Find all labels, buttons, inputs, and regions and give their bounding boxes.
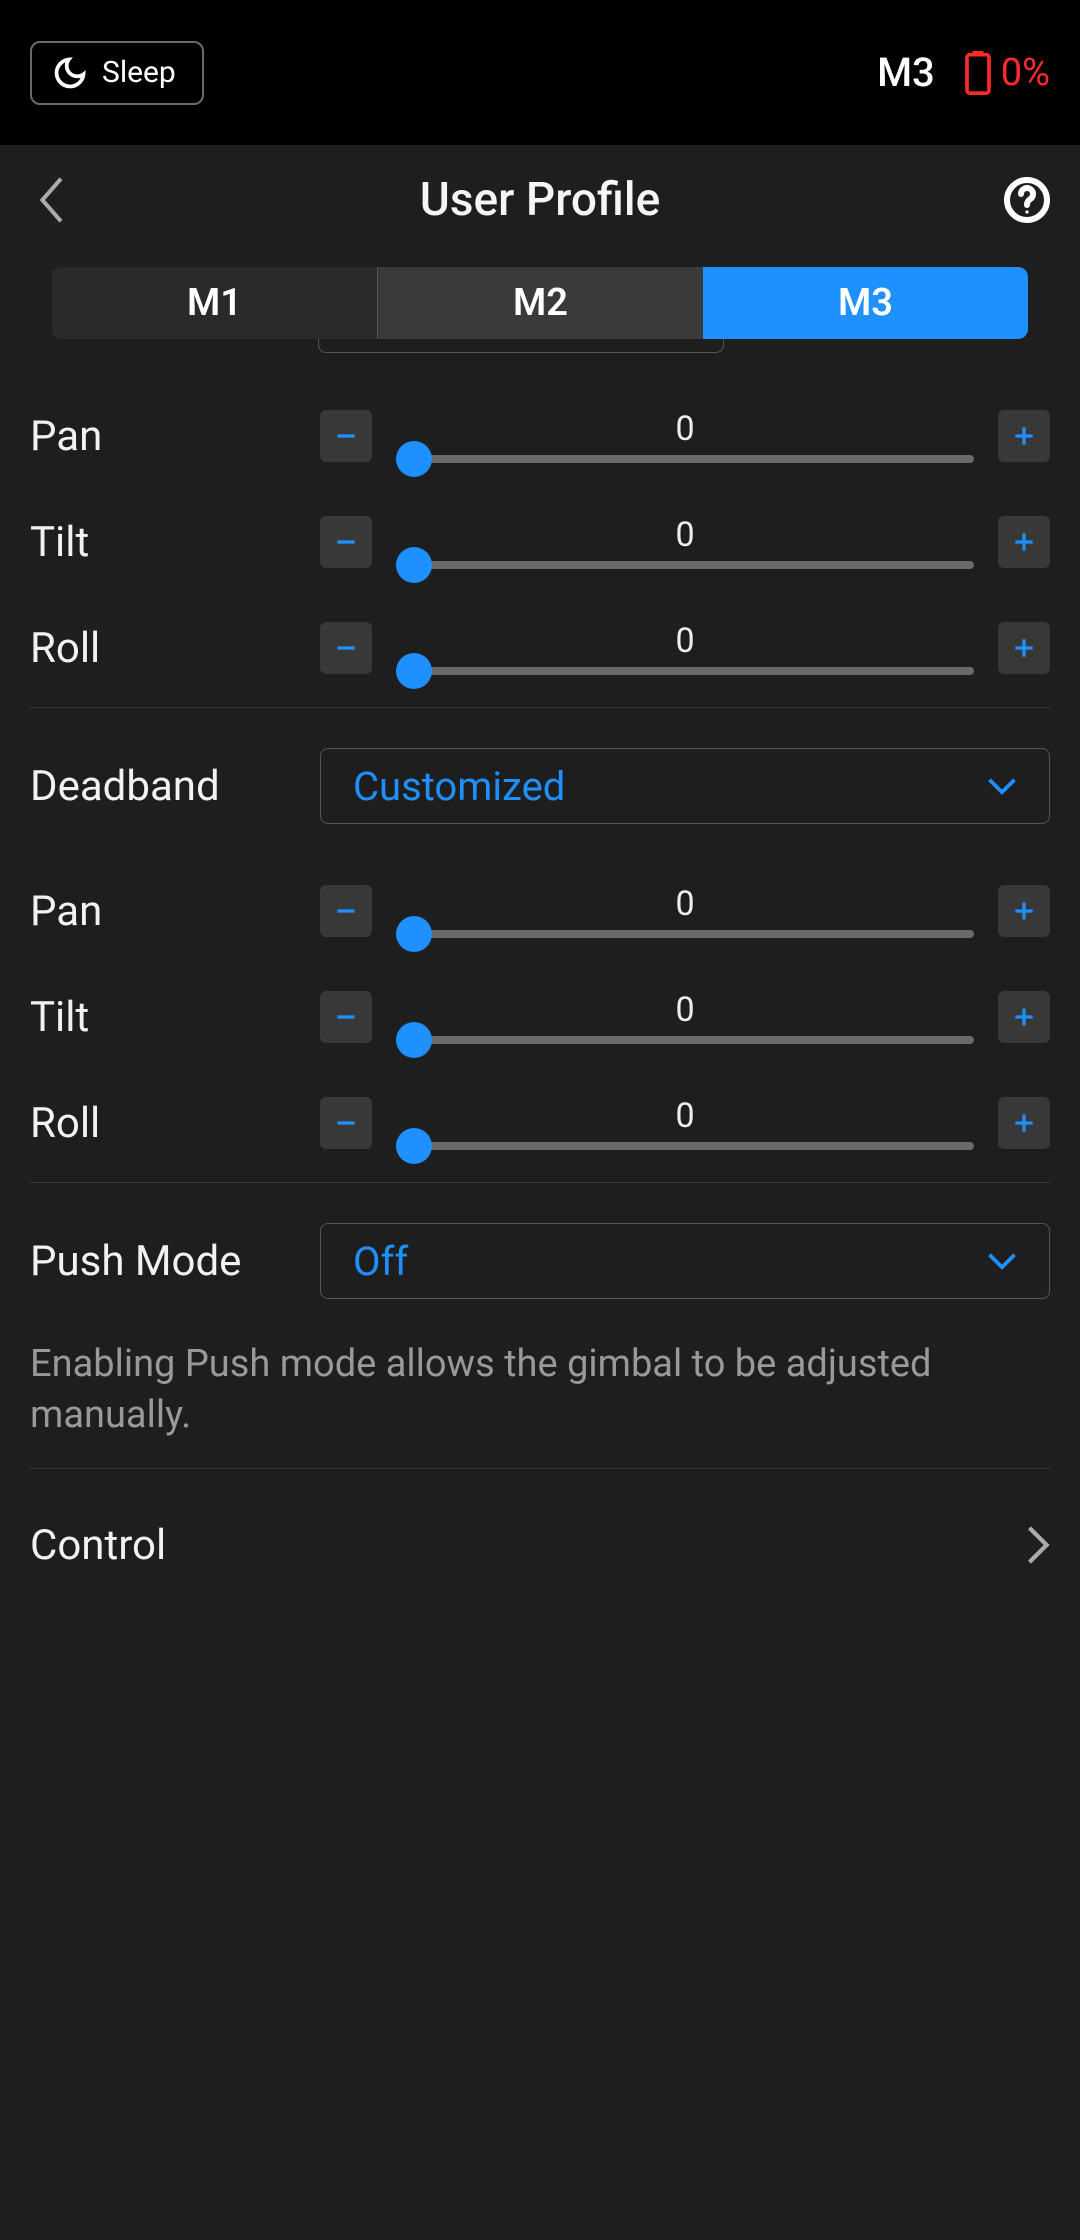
minus-icon <box>333 635 359 661</box>
minus-icon <box>333 1110 359 1136</box>
slider-thumb[interactable] <box>396 916 432 952</box>
deadband-select[interactable]: Customized <box>320 748 1050 824</box>
help-button[interactable] <box>1002 175 1052 225</box>
chevron-down-icon <box>987 1251 1017 1271</box>
slider-track <box>396 561 974 569</box>
sleep-button[interactable]: Sleep <box>30 41 204 105</box>
plus-icon <box>1011 529 1037 555</box>
page-title: User Profile <box>0 173 1080 227</box>
tilt2-slider[interactable]: 0 <box>372 990 998 1044</box>
dropdown-remnant <box>318 339 724 353</box>
roll2-label: Roll <box>30 1099 320 1148</box>
minus-icon <box>333 1004 359 1030</box>
slider-thumb[interactable] <box>396 441 432 477</box>
slider-track <box>396 1036 974 1044</box>
chevron-left-icon <box>37 176 69 224</box>
tilt2-label: Tilt <box>30 993 320 1042</box>
roll2-decrement[interactable] <box>320 1097 372 1149</box>
pan2-increment[interactable] <box>998 885 1050 937</box>
help-icon <box>1003 176 1051 224</box>
roll2-increment[interactable] <box>998 1097 1050 1149</box>
tab-m1[interactable]: M1 <box>52 267 378 339</box>
slider-thumb[interactable] <box>396 547 432 583</box>
deadband-value: Customized <box>353 763 565 810</box>
roll-label: Roll <box>30 624 320 673</box>
minus-icon <box>333 898 359 924</box>
slider-track <box>396 667 974 675</box>
pan2-slider[interactable]: 0 <box>372 884 998 938</box>
slider-thumb[interactable] <box>396 1128 432 1164</box>
deadband-label: Deadband <box>30 762 320 811</box>
roll2-value: 0 <box>675 1096 694 1136</box>
pan-value: 0 <box>675 409 694 449</box>
tilt-label: Tilt <box>30 518 320 567</box>
profile-tabs: M1 M2 M3 <box>52 267 1028 339</box>
plus-icon <box>1011 898 1037 924</box>
status-right: M3 0% <box>877 49 1050 96</box>
roll-increment[interactable] <box>998 622 1050 674</box>
pan2-value: 0 <box>675 884 694 924</box>
control-nav[interactable]: Control <box>0 1475 1080 1616</box>
push-mode-label: Push Mode <box>30 1237 320 1286</box>
pan-increment[interactable] <box>998 410 1050 462</box>
pan-row: Pan 0 <box>0 383 1080 489</box>
pan-decrement[interactable] <box>320 410 372 462</box>
roll-row: Roll 0 <box>0 595 1080 701</box>
pan-label: Pan <box>30 412 320 461</box>
divider <box>30 1468 1050 1469</box>
minus-icon <box>333 423 359 449</box>
push-mode-select[interactable]: Off <box>320 1223 1050 1299</box>
plus-icon <box>1011 1110 1037 1136</box>
divider <box>30 1182 1050 1183</box>
roll-value: 0 <box>675 621 694 661</box>
control-label: Control <box>30 1521 166 1570</box>
plus-icon <box>1011 423 1037 449</box>
tab-m3[interactable]: M3 <box>703 267 1028 339</box>
plus-icon <box>1011 1004 1037 1030</box>
chevron-right-icon <box>1026 1525 1050 1565</box>
chevron-down-icon <box>987 776 1017 796</box>
tab-m2[interactable]: M2 <box>378 267 703 339</box>
sleep-label: Sleep <box>102 55 176 90</box>
plus-icon <box>1011 635 1037 661</box>
minus-icon <box>333 529 359 555</box>
tilt-increment[interactable] <box>998 516 1050 568</box>
slider-thumb[interactable] <box>396 1022 432 1058</box>
moon-icon <box>52 55 88 91</box>
content-area: Pan 0 Tilt 0 <box>0 353 1080 2240</box>
tilt2-increment[interactable] <box>998 991 1050 1043</box>
divider <box>30 707 1050 708</box>
back-button[interactable] <box>28 175 78 225</box>
battery-percent: 0% <box>1001 51 1050 95</box>
slider-track <box>396 1142 974 1150</box>
roll2-slider[interactable]: 0 <box>372 1096 998 1150</box>
roll-slider[interactable]: 0 <box>372 621 998 675</box>
roll2-row: Roll 0 <box>0 1070 1080 1176</box>
push-mode-row: Push Mode Off <box>0 1189 1080 1333</box>
tilt-decrement[interactable] <box>320 516 372 568</box>
mode-indicator: M3 <box>877 49 935 96</box>
pan-slider[interactable]: 0 <box>372 409 998 463</box>
tilt2-value: 0 <box>675 990 694 1030</box>
slider-track <box>396 455 974 463</box>
tilt-slider[interactable]: 0 <box>372 515 998 569</box>
status-bar: Sleep M3 0% <box>0 0 1080 145</box>
push-mode-value: Off <box>353 1238 408 1285</box>
pan2-label: Pan <box>30 887 320 936</box>
page-header: User Profile <box>0 145 1080 255</box>
tilt-value: 0 <box>675 515 694 555</box>
tilt2-row: Tilt 0 <box>0 964 1080 1070</box>
pan2-row: Pan 0 <box>0 858 1080 964</box>
tilt-row: Tilt 0 <box>0 489 1080 595</box>
tilt2-decrement[interactable] <box>320 991 372 1043</box>
roll-decrement[interactable] <box>320 622 372 674</box>
slider-track <box>396 930 974 938</box>
slider-thumb[interactable] <box>396 653 432 689</box>
pan2-decrement[interactable] <box>320 885 372 937</box>
battery-indicator: 0% <box>965 51 1050 95</box>
deadband-row: Deadband Customized <box>0 714 1080 858</box>
battery-icon <box>965 51 991 95</box>
push-mode-help: Enabling Push mode allows the gimbal to … <box>0 1333 1080 1462</box>
page-body: User Profile M1 M2 M3 Pan 0 <box>0 145 1080 2240</box>
